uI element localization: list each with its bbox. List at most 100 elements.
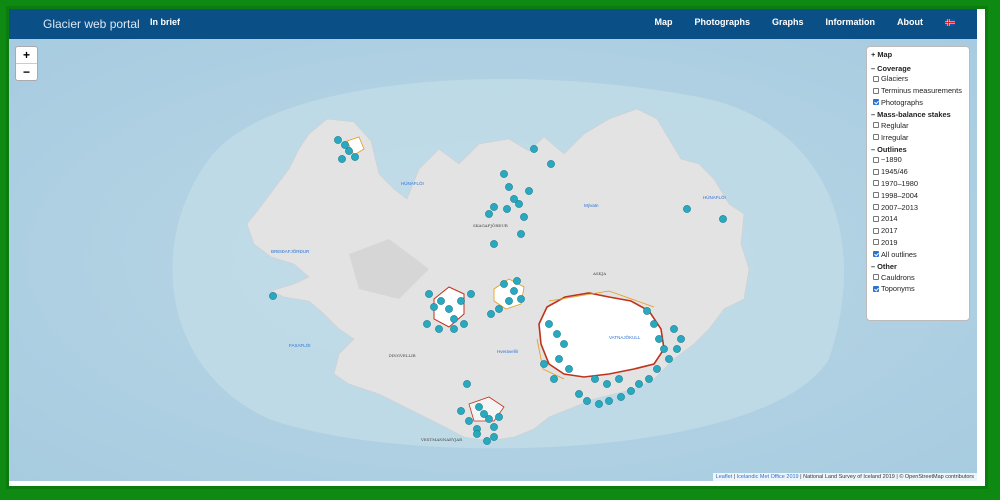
layer-checkbox[interactable]: [873, 87, 879, 94]
nav-about[interactable]: About: [897, 17, 923, 27]
photo-marker-icon[interactable]: [490, 433, 498, 441]
photo-marker-icon[interactable]: [495, 413, 503, 421]
layer-toggle[interactable]: Glaciers: [871, 73, 965, 85]
photo-marker-icon[interactable]: [505, 183, 513, 191]
layer-toggle[interactable]: All outlines: [871, 248, 965, 260]
photo-marker-icon[interactable]: [645, 375, 653, 383]
photo-marker-icon[interactable]: [450, 315, 458, 323]
photo-marker-icon[interactable]: [500, 170, 508, 178]
layer-checkbox[interactable]: [873, 180, 879, 187]
photo-marker-icon[interactable]: [457, 297, 465, 305]
photo-marker-icon[interactable]: [530, 145, 538, 153]
photo-marker-icon[interactable]: [683, 205, 691, 213]
met-office-link[interactable]: Icelandic Met Office 2019: [737, 474, 799, 480]
layer-control-header[interactable]: + Map: [871, 50, 965, 59]
brand-title[interactable]: Glacier web portal: [43, 17, 140, 31]
photo-marker-icon[interactable]: [555, 355, 563, 363]
photo-marker-icon[interactable]: [540, 360, 548, 368]
layer-toggle[interactable]: Photographs: [871, 97, 965, 109]
photo-marker-icon[interactable]: [677, 335, 685, 343]
photo-marker-icon[interactable]: [615, 375, 623, 383]
photo-marker-icon[interactable]: [673, 345, 681, 353]
leaflet-link[interactable]: Leaflet: [716, 474, 733, 480]
photo-marker-icon[interactable]: [430, 303, 438, 311]
layer-toggle[interactable]: 2017: [871, 225, 965, 237]
photo-marker-icon[interactable]: [467, 290, 475, 298]
layer-checkbox[interactable]: [873, 285, 879, 292]
photo-marker-icon[interactable]: [351, 153, 359, 161]
photo-marker-icon[interactable]: [603, 380, 611, 388]
layer-toggle[interactable]: Terminus measurements: [871, 85, 965, 97]
photo-marker-icon[interactable]: [334, 136, 342, 144]
layer-checkbox[interactable]: [873, 227, 879, 234]
photo-marker-icon[interactable]: [437, 297, 445, 305]
layer-toggle[interactable]: Cauldrons: [871, 271, 965, 283]
layer-toggle[interactable]: 2014: [871, 213, 965, 225]
photo-marker-icon[interactable]: [665, 355, 673, 363]
layer-checkbox[interactable]: [873, 134, 879, 141]
layer-checkbox[interactable]: [873, 122, 879, 129]
zoom-in-button[interactable]: +: [16, 47, 37, 63]
layer-checkbox[interactable]: [873, 239, 879, 246]
photo-marker-icon[interactable]: [485, 415, 493, 423]
nav-map[interactable]: Map: [654, 17, 672, 27]
layer-toggle[interactable]: Irregular: [871, 131, 965, 143]
photo-marker-icon[interactable]: [565, 365, 573, 373]
layer-toggle[interactable]: 1970–1980: [871, 178, 965, 190]
photo-marker-icon[interactable]: [719, 215, 727, 223]
photo-marker-icon[interactable]: [627, 387, 635, 395]
photo-marker-icon[interactable]: [547, 160, 555, 168]
layer-toggle[interactable]: Toponyms: [871, 283, 965, 295]
photo-marker-icon[interactable]: [505, 297, 513, 305]
photo-marker-icon[interactable]: [617, 393, 625, 401]
photo-marker-icon[interactable]: [517, 230, 525, 238]
photo-marker-icon[interactable]: [487, 310, 495, 318]
photo-marker-icon[interactable]: [650, 320, 658, 328]
photo-marker-icon[interactable]: [485, 210, 493, 218]
photo-marker-icon[interactable]: [660, 345, 668, 353]
photo-marker-icon[interactable]: [510, 287, 518, 295]
photo-marker-icon[interactable]: [583, 397, 591, 405]
photo-marker-icon[interactable]: [591, 375, 599, 383]
photo-marker-icon[interactable]: [670, 325, 678, 333]
photo-marker-icon[interactable]: [465, 417, 473, 425]
photo-marker-icon[interactable]: [525, 187, 533, 195]
layer-toggle[interactable]: ~1890: [871, 154, 965, 166]
layer-toggle[interactable]: 1945/46: [871, 166, 965, 178]
photo-marker-icon[interactable]: [445, 305, 453, 313]
photo-marker-icon[interactable]: [553, 330, 561, 338]
layer-toggle[interactable]: 1998–2004: [871, 189, 965, 201]
photo-marker-icon[interactable]: [503, 205, 511, 213]
photo-marker-icon[interactable]: [560, 340, 568, 348]
nav-in-brief[interactable]: In brief: [150, 17, 180, 27]
photo-marker-icon[interactable]: [338, 155, 346, 163]
photo-marker-icon[interactable]: [500, 280, 508, 288]
photo-marker-icon[interactable]: [545, 320, 553, 328]
zoom-out-button[interactable]: −: [16, 63, 37, 80]
layer-checkbox[interactable]: [873, 215, 879, 222]
photo-marker-icon[interactable]: [495, 305, 503, 313]
photo-marker-icon[interactable]: [515, 200, 523, 208]
photo-marker-icon[interactable]: [423, 320, 431, 328]
photo-marker-icon[interactable]: [345, 147, 353, 155]
photo-marker-icon[interactable]: [550, 375, 558, 383]
photo-marker-icon[interactable]: [655, 335, 663, 343]
nav-graphs[interactable]: Graphs: [772, 17, 804, 27]
layer-toggle[interactable]: Reglular: [871, 119, 965, 131]
photo-marker-icon[interactable]: [450, 325, 458, 333]
language-flag-icon[interactable]: [945, 19, 955, 26]
photo-marker-icon[interactable]: [517, 295, 525, 303]
photo-marker-icon[interactable]: [513, 277, 521, 285]
photo-marker-icon[interactable]: [643, 307, 651, 315]
nav-photographs[interactable]: Photographs: [694, 17, 750, 27]
photo-marker-icon[interactable]: [425, 290, 433, 298]
layer-toggle[interactable]: 2019: [871, 237, 965, 249]
photo-marker-icon[interactable]: [463, 380, 471, 388]
photo-marker-icon[interactable]: [490, 203, 498, 211]
photo-marker-icon[interactable]: [473, 430, 481, 438]
layer-toggle[interactable]: 2007–2013: [871, 201, 965, 213]
photo-marker-icon[interactable]: [575, 390, 583, 398]
layer-checkbox[interactable]: [873, 192, 879, 199]
photo-marker-icon[interactable]: [490, 240, 498, 248]
layer-checkbox[interactable]: [873, 156, 879, 163]
